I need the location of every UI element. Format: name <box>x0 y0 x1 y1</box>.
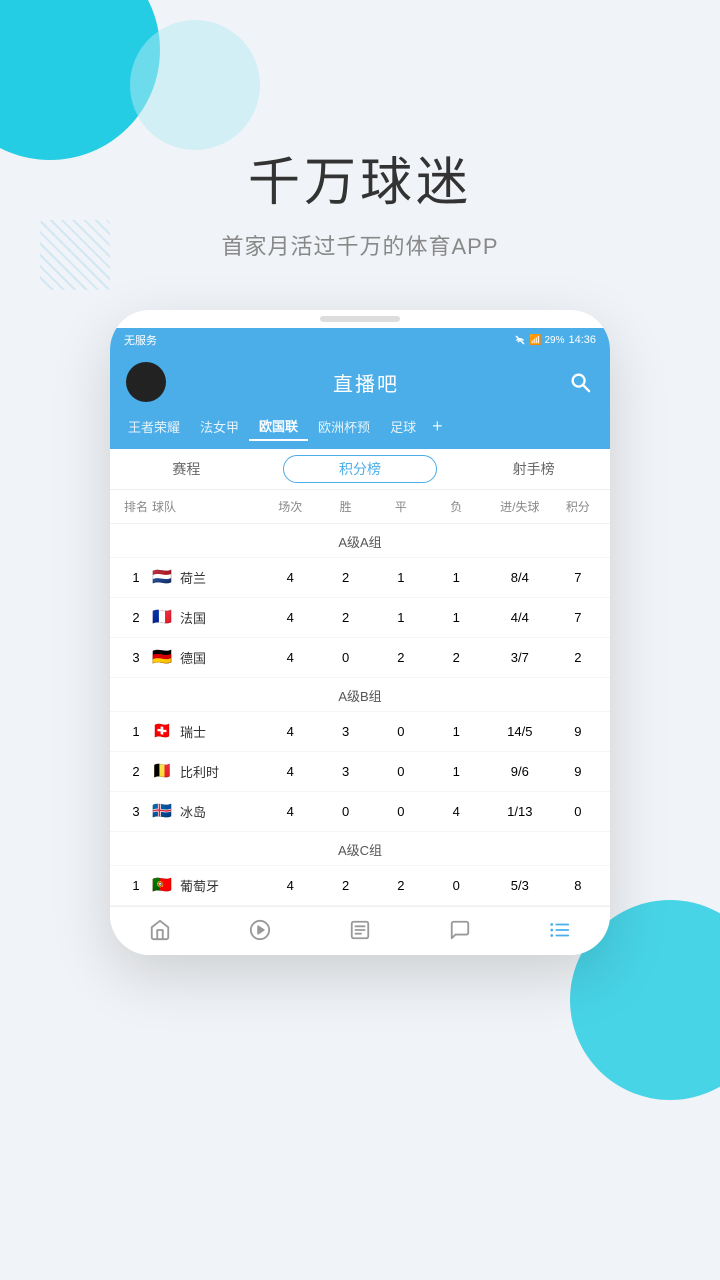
header-loss: 负 <box>429 498 484 515</box>
table-row[interactable]: 1 🇨🇭瑞士 4 3 0 1 14/5 9 <box>110 712 610 752</box>
table-row[interactable]: 2 🇧🇪比利时 4 3 0 1 9/6 9 <box>110 752 610 792</box>
nav-live[interactable] <box>247 917 273 943</box>
subtab-scorers[interactable]: 射手榜 <box>457 455 610 483</box>
nav-home[interactable] <box>147 917 173 943</box>
subtab-schedule[interactable]: 赛程 <box>110 455 263 483</box>
flag-is: 🇮🇸 <box>152 804 174 819</box>
flag-pt: 🇵🇹 <box>152 878 174 893</box>
tab-add-button[interactable]: + <box>426 416 449 437</box>
header-matches: 场次 <box>263 498 318 515</box>
group-c-header: A级C组 <box>110 832 610 866</box>
table-row[interactable]: 1 🇵🇹葡萄牙 4 2 2 0 5/3 8 <box>110 866 610 906</box>
play-icon <box>247 917 273 943</box>
app-logo <box>126 362 166 402</box>
tab-wangzhe[interactable]: 王者荣耀 <box>118 413 190 440</box>
status-left: 无服务 <box>124 332 157 348</box>
sub-title: 首家月活过千万的体育APP <box>0 229 720 261</box>
tab-fanv[interactable]: 法女甲 <box>190 413 249 440</box>
notch-bar <box>320 316 400 322</box>
table-row[interactable]: 1 🇳🇱荷兰 4 2 1 1 8/4 7 <box>110 558 610 598</box>
flag-nl: 🇳🇱 <box>152 570 174 585</box>
flag-ch: 🇨🇭 <box>152 724 174 739</box>
flag-fr: 🇫🇷 <box>152 610 174 625</box>
header-draw: 平 <box>373 498 428 515</box>
phone-notch <box>110 310 610 328</box>
header-goals: 进/失球 <box>484 498 556 515</box>
table-row[interactable]: 3 🇮🇸冰岛 4 0 0 4 1/13 0 <box>110 792 610 832</box>
status-bar: 无服务 📶 29% 14:36 <box>110 328 610 352</box>
app-header: 直播吧 <box>110 352 610 412</box>
header-points: 积分 <box>556 498 600 515</box>
news-icon <box>347 917 373 943</box>
nav-news[interactable] <box>347 917 373 943</box>
tab-zuqiu[interactable]: 足球 <box>380 413 426 440</box>
header-win: 胜 <box>318 498 373 515</box>
nav-chat[interactable] <box>447 917 473 943</box>
flag-be: 🇧🇪 <box>152 764 174 779</box>
chat-icon <box>447 917 473 943</box>
header-section: 千万球迷 首家月活过千万的体育APP <box>0 0 720 261</box>
tab-ouguo[interactable]: 欧国联 <box>249 412 308 441</box>
status-right: 📶 29% 14:36 <box>501 334 596 346</box>
table-header-row: 排名 球队 场次 胜 平 负 进/失球 积分 <box>110 490 610 524</box>
table-row[interactable]: 2 🇫🇷法国 4 2 1 1 4/4 7 <box>110 598 610 638</box>
table-row[interactable]: 3 🇩🇪德国 4 0 2 2 3/7 2 <box>110 638 610 678</box>
main-tab-bar: 王者荣耀 法女甲 欧国联 欧洲杯预 足球 + <box>110 412 610 449</box>
phone-mockup: 无服务 📶 29% 14:36 直播吧 王者荣耀 法女甲 欧国联 欧洲杯预 足球… <box>110 310 610 955</box>
sub-tab-bar: 赛程 积分榜 射手榜 <box>110 449 610 490</box>
search-button[interactable] <box>566 368 594 396</box>
app-header-title: 直播吧 <box>333 368 399 397</box>
nav-profile[interactable] <box>547 917 573 943</box>
header-rank: 排名 <box>120 498 152 515</box>
standings-table: 排名 球队 场次 胜 平 负 进/失球 积分 A级A组 1 🇳🇱荷兰 4 2 1… <box>110 490 610 906</box>
header-team: 球队 <box>152 498 263 515</box>
subtab-standings[interactable]: 积分榜 <box>283 455 438 483</box>
bottom-nav <box>110 906 610 955</box>
group-a-header: A级A组 <box>110 524 610 558</box>
group-b-header: A级B组 <box>110 678 610 712</box>
home-icon <box>147 917 173 943</box>
flag-de: 🇩🇪 <box>152 650 174 665</box>
tab-ouzhou[interactable]: 欧洲杯预 <box>308 413 380 440</box>
main-title: 千万球迷 <box>0 140 720 215</box>
list-icon <box>547 917 573 943</box>
